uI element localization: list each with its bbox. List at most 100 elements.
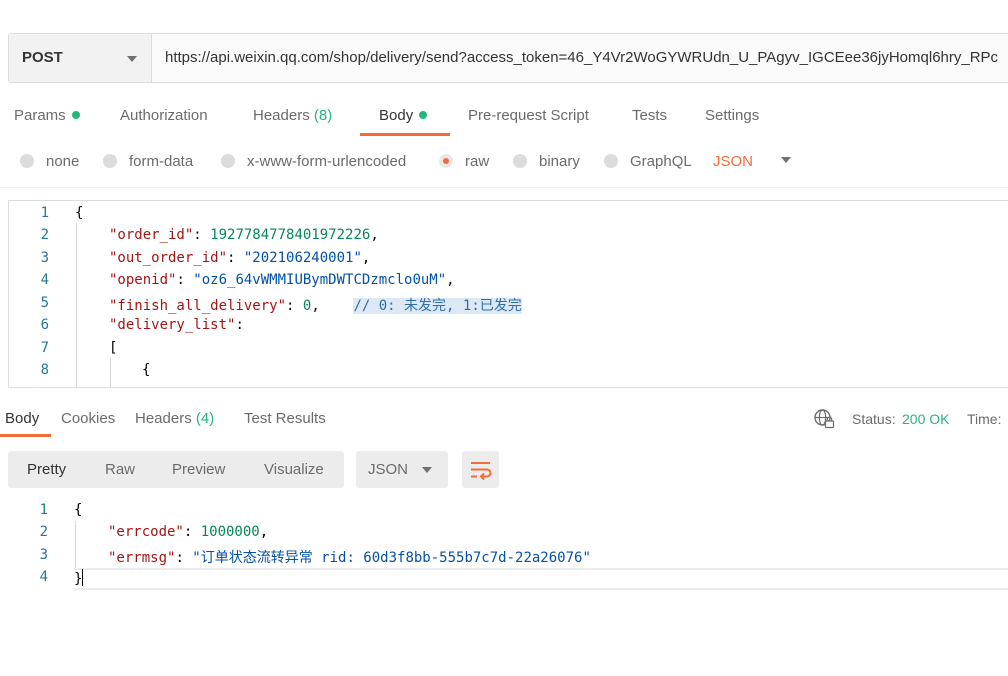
indent-guide: [76, 223, 77, 387]
tab-label: Cookies: [61, 410, 116, 427]
request-tabs: Params Authorization Headers (8) Body Pr…: [0, 104, 1008, 136]
radio-label: x-www-form-urlencoded: [247, 153, 407, 170]
tab-headers[interactable]: Headers (8): [253, 104, 332, 128]
globe-icon[interactable]: [813, 408, 835, 430]
radio-label: none: [46, 153, 80, 170]
code-line: "delivery_list":: [109, 317, 244, 333]
body-format-select[interactable]: JSON: [713, 151, 792, 173]
code-token: {: [75, 205, 84, 221]
tab-body[interactable]: Body: [379, 104, 428, 128]
radio-label: binary: [539, 153, 580, 170]
line-number: 4: [39, 569, 48, 585]
code-line: "finish_all_delivery": 0, // 0: 未发完, 1:已…: [109, 298, 522, 314]
code-line: "errcode": 1000000,: [108, 524, 269, 540]
method-label: POST: [22, 49, 63, 66]
radio-circle-icon: [513, 154, 527, 168]
status-dot-icon: [71, 111, 80, 119]
radio-circle-icon: [221, 154, 235, 168]
view-visualize-button[interactable]: Visualize: [264, 451, 324, 488]
line-number: 3: [40, 250, 49, 266]
radio-binary[interactable]: binary: [513, 151, 580, 173]
response-format-label: JSON: [368, 461, 409, 478]
code-token: ,: [361, 250, 371, 266]
active-tab-indicator: [360, 133, 450, 136]
response-tab-cookies[interactable]: Cookies: [61, 408, 115, 430]
radio-label: GraphQL: [630, 153, 692, 170]
status-value[interactable]: 200 OK: [902, 408, 949, 430]
radio-form-data[interactable]: form-data: [103, 151, 193, 173]
response-tab-headers[interactable]: Headers (4): [135, 408, 214, 430]
radio-graphql[interactable]: GraphQL: [604, 151, 692, 173]
method-select[interactable]: POST: [9, 34, 152, 82]
tab-label: Headers: [135, 410, 192, 427]
tab-count: (8): [313, 107, 333, 124]
code-line: "errmsg": "订单状态流转异常 rid: 60d3f8bb-555b7c…: [108, 550, 591, 566]
line-number: 3: [39, 547, 48, 563]
line-number: 1: [40, 205, 49, 221]
code-token: [: [109, 340, 118, 356]
code-line: "openid": "oz6_64vWMMIUBymDWTCDzmclo0uM"…: [109, 272, 455, 288]
radio-circle-icon: [20, 154, 34, 168]
line-number: 1: [39, 502, 48, 518]
line-number: 2: [39, 524, 48, 540]
code-token: {: [74, 502, 83, 518]
tab-label: Test Results: [244, 410, 326, 427]
json-key: "delivery_list": [109, 317, 236, 333]
json-key: "openid": [109, 272, 177, 288]
radio-none[interactable]: none: [20, 151, 79, 173]
line-number: 6: [40, 317, 49, 333]
time-label: Time:: [967, 411, 1002, 427]
json-number: 1927784778401972226: [210, 227, 371, 243]
line-number: 8: [40, 362, 49, 378]
view-mode-group: Pretty Raw Preview Visualize: [8, 451, 344, 488]
code-token: :: [235, 317, 244, 333]
json-string: "202106240001": [243, 250, 362, 266]
view-preview-button[interactable]: Preview: [172, 451, 225, 488]
code-token: }: [74, 571, 83, 587]
radio-x-www-form-urlencoded[interactable]: x-www-form-urlencoded: [221, 151, 406, 173]
tab-label: Headers: [253, 107, 310, 124]
radio-label: raw: [465, 153, 490, 170]
code-line: {: [74, 502, 82, 518]
tab-tests[interactable]: Tests: [632, 104, 667, 128]
response-format-select[interactable]: JSON: [356, 451, 448, 488]
line-number: 4: [40, 272, 49, 288]
code-line: "order_id": 1927784778401972226,: [109, 227, 379, 243]
tab-label: Params: [14, 107, 66, 124]
chevron-down-icon: [781, 157, 792, 163]
radio-selected-icon: [439, 154, 453, 168]
json-key: "errcode": [108, 524, 184, 540]
url-input[interactable]: https://api.weixin.qq.com/shop/delivery/…: [165, 34, 998, 82]
indent-guide: [75, 521, 76, 571]
divider: [0, 187, 1008, 188]
tab-authorization[interactable]: Authorization: [120, 104, 208, 128]
tab-settings[interactable]: Settings: [705, 104, 759, 128]
json-number: 1000000: [200, 524, 260, 540]
json-key: "order_id": [109, 227, 194, 243]
chevron-down-icon: [422, 467, 432, 473]
tab-label: Authorization: [120, 107, 208, 124]
response-tab-test-results[interactable]: Test Results: [244, 408, 326, 430]
tab-label: Settings: [705, 107, 760, 124]
response-body-viewer[interactable]: 1 { 2 "errcode": 1000000, 3 "errmsg": "订…: [0, 500, 1008, 592]
code-token: ,: [311, 298, 320, 314]
radio-circle-icon: [604, 154, 618, 168]
radio-raw[interactable]: raw: [439, 151, 489, 173]
code-line: [: [109, 340, 117, 356]
view-pretty-button[interactable]: Pretty: [27, 451, 66, 488]
radio-circle-icon: [103, 154, 117, 168]
tab-params[interactable]: Params: [14, 104, 80, 128]
code-line: }: [74, 569, 84, 587]
response-tab-body[interactable]: Body: [5, 408, 39, 430]
tab-count: (4): [195, 410, 215, 427]
wrap-lines-button[interactable]: [462, 451, 499, 488]
request-body-editor[interactable]: 1 { 2 "order_id": 1927784778401972226, 3…: [8, 200, 1008, 388]
radio-label: form-data: [129, 153, 194, 170]
code-token: ,: [259, 524, 269, 540]
tab-pre-request-script[interactable]: Pre-request Script: [468, 104, 589, 128]
code-token: ,: [446, 272, 455, 288]
tab-label: Tests: [632, 107, 668, 124]
view-raw-button[interactable]: Raw: [105, 451, 135, 488]
wrap-lines-icon: [471, 462, 492, 481]
code-line: {: [142, 362, 150, 378]
